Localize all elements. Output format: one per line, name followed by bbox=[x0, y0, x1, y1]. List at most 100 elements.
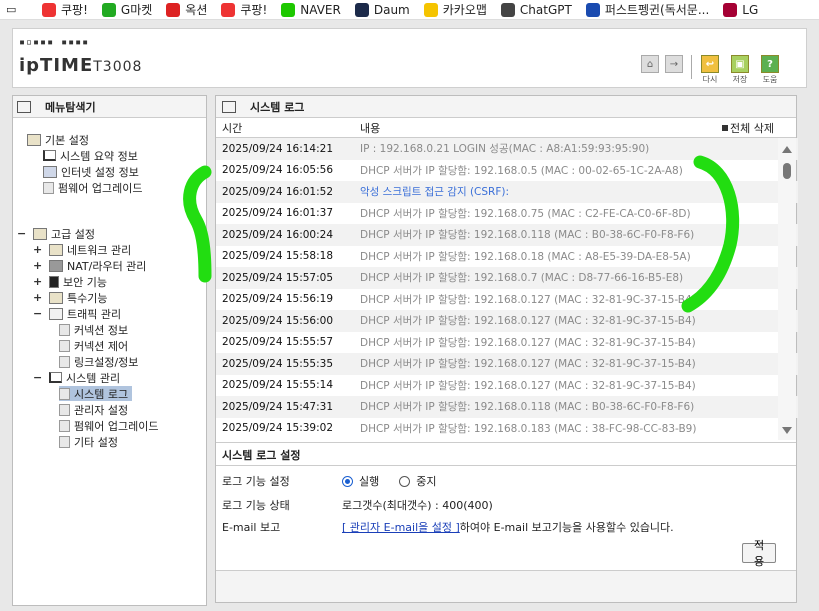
tree-item-system-log[interactable]: 시스템 로그 bbox=[59, 386, 133, 401]
bookmark-item[interactable]: 쿠팡! bbox=[221, 1, 267, 18]
log-message: DHCP 서버가 IP 할당함: 192.168.0.7 (MAC : D8-7… bbox=[360, 272, 684, 285]
log-time: 2025/09/24 15:55:35 bbox=[222, 357, 334, 370]
tree-item-link-settings[interactable]: 링크설정/정보 bbox=[59, 354, 138, 369]
tree-network[interactable]: + 네트워크 관리 bbox=[33, 242, 131, 257]
logo-dots: ▪▫▪▪▪ ▪▪▪▪ bbox=[19, 37, 90, 48]
help-button[interactable]: ? 도움 bbox=[758, 55, 782, 85]
log-status-label: 로그 기능 상태 bbox=[222, 499, 290, 512]
collapse-icon: − bbox=[33, 307, 43, 320]
scroll-down-icon[interactable] bbox=[782, 427, 792, 434]
document-icon bbox=[59, 355, 70, 368]
log-message: DHCP 서버가 IP 할당함: 192.168.0.127 (MAC : 32… bbox=[360, 379, 696, 392]
lock-icon bbox=[49, 275, 59, 288]
radio-run-label: 실행 bbox=[359, 475, 380, 488]
log-time: 2025/09/24 15:58:18 bbox=[222, 250, 334, 263]
auction-icon bbox=[166, 2, 181, 17]
email-report-text: 하여야 E-mail 보고기능을 사용할수 있습니다. bbox=[459, 521, 674, 534]
scroll-up-icon[interactable] bbox=[782, 146, 792, 153]
bookmark-item[interactable]: 퍼스트펭귄(독서문... bbox=[585, 1, 710, 18]
system-log-panel: 시스템 로그 시간 내용 전체 삭제 2025/09/24 16:14:21 IP… bbox=[215, 95, 798, 603]
chart-icon bbox=[49, 372, 62, 383]
tree-item-firmware-upgrade[interactable]: 펌웨어 업그레이드 bbox=[59, 418, 158, 433]
chart-icon bbox=[43, 150, 56, 161]
gmarket-icon bbox=[101, 2, 116, 17]
mail-icon bbox=[49, 307, 63, 320]
tree-advanced-settings[interactable]: − 고급 설정 bbox=[17, 226, 95, 241]
bookmark-item[interactable]: 카카오맵 bbox=[423, 1, 487, 18]
tree-security[interactable]: + 보안 기능 bbox=[33, 274, 107, 289]
log-message: DHCP 서버가 IP 할당함: 192.168.0.127 (MAC : 32… bbox=[360, 358, 696, 371]
log-row: 2025/09/24 16:01:37 DHCP 서버가 IP 할당함: 192.… bbox=[216, 203, 798, 225]
tab-list-icon[interactable]: ▭ bbox=[6, 3, 28, 16]
log-message: DHCP 서버가 IP 할당함: 192.168.0.127 (MAC : 32… bbox=[360, 336, 696, 349]
log-time: 2025/09/24 15:55:14 bbox=[222, 379, 334, 392]
bookmark-label: 퍼스트펭귄(독서문... bbox=[604, 3, 710, 17]
expand-icon: + bbox=[33, 243, 43, 256]
tree-item-firmware-basic[interactable]: 펌웨어 업그레이드 bbox=[43, 180, 142, 195]
log-message: DHCP 서버가 IP 할당함: 192.168.0.127 (MAC : 32… bbox=[360, 293, 696, 306]
bookmark-item[interactable]: 쿠팡! bbox=[42, 1, 88, 18]
tree-item-connection-info[interactable]: 커넥션 정보 bbox=[59, 322, 128, 337]
tree-special[interactable]: + 특수기능 bbox=[33, 290, 107, 305]
bookmark-label: 쿠팡! bbox=[61, 3, 88, 17]
daum-icon bbox=[354, 2, 369, 17]
log-message: DHCP 서버가 IP 할당함: 192.168.0.118 (MAC : B0… bbox=[360, 229, 695, 242]
panel-title: 시스템 로그 bbox=[216, 96, 796, 118]
email-report-label: E-mail 보고 bbox=[222, 521, 281, 534]
log-time: 2025/09/24 15:47:31 bbox=[222, 400, 334, 413]
bookmark-item[interactable]: Daum bbox=[354, 1, 410, 18]
tree-item-internet-info[interactable]: 인터넷 설정 정보 bbox=[43, 164, 139, 179]
bookmark-label: 옥션 bbox=[185, 3, 208, 17]
menu-explorer-panel: 메뉴탐색기 기본 설정 시스템 요약 정보 인터넷 설정 정보 펌웨어 업그레이… bbox=[12, 95, 207, 606]
home-icon[interactable]: ⌂ bbox=[641, 55, 659, 73]
document-icon bbox=[59, 403, 70, 416]
coupang-icon bbox=[221, 2, 236, 17]
logout-icon[interactable]: → bbox=[665, 55, 683, 73]
tree-item-other-settings[interactable]: 기타 설정 bbox=[59, 434, 118, 449]
expand-icon: + bbox=[33, 291, 43, 304]
tree-traffic[interactable]: − 트래픽 관리 bbox=[33, 306, 121, 321]
tree-item-admin-settings[interactable]: 관리자 설정 bbox=[59, 402, 128, 417]
router-icon bbox=[49, 259, 63, 272]
iptime-logo: ipTIMET3008 bbox=[19, 55, 143, 76]
log-scrollbar[interactable] bbox=[778, 138, 796, 440]
penguin-icon bbox=[585, 2, 600, 17]
radio-stop[interactable] bbox=[399, 475, 411, 487]
log-row: 2025/09/24 16:14:21 IP : 192.168.0.21 LOG… bbox=[216, 138, 798, 160]
bookmark-item[interactable]: LG bbox=[723, 1, 758, 18]
settings-title: 시스템 로그 설정 bbox=[222, 449, 301, 462]
bookmark-item[interactable]: ChatGPT bbox=[500, 1, 572, 18]
apply-button[interactable]: 적용 bbox=[742, 539, 776, 568]
admin-email-link[interactable]: [ 관리자 E-mail을 설정 ] bbox=[342, 519, 460, 535]
save-button[interactable]: ▣ 저장 bbox=[728, 55, 752, 85]
radio-run[interactable] bbox=[342, 475, 353, 487]
chatgpt-icon bbox=[500, 2, 515, 17]
collapse-icon: − bbox=[33, 371, 43, 384]
explorer-icon bbox=[17, 100, 31, 113]
help-label: 도움 bbox=[762, 75, 778, 84]
log-message: DHCP 서버가 IP 할당함: 192.168.0.183 (MAC : 38… bbox=[360, 422, 697, 435]
log-row: 2025/09/24 15:47:31 DHCP 서버가 IP 할당함: 192.… bbox=[216, 396, 798, 418]
kakaomap-icon bbox=[423, 2, 438, 17]
redo-button[interactable]: ↩ 다시 bbox=[698, 55, 722, 85]
tree-basic-settings[interactable]: 기본 설정 bbox=[27, 132, 89, 147]
panel-footer bbox=[216, 570, 796, 602]
log-row: 2025/09/24 16:01:52 악성 스크립트 접근 감지 (CSRF): bbox=[216, 181, 798, 203]
redo-label: 다시 bbox=[702, 75, 718, 84]
tree-nat-router[interactable]: + NAT/라우터 관리 bbox=[33, 258, 146, 273]
scroll-thumb[interactable] bbox=[783, 163, 791, 179]
delete-all-button[interactable]: 전체 삭제 bbox=[722, 120, 774, 136]
bookmark-item[interactable]: 옥션 bbox=[166, 1, 207, 18]
tree-item-connection-control[interactable]: 커넥션 제어 bbox=[59, 338, 128, 353]
bookmark-item[interactable]: G마켓 bbox=[101, 1, 153, 18]
bookmark-item[interactable]: NAVER bbox=[281, 1, 341, 18]
log-row: 2025/09/24 15:56:00 DHCP 서버가 IP 할당함: 192.… bbox=[216, 310, 798, 332]
tree-item-system-summary[interactable]: 시스템 요약 정보 bbox=[43, 148, 138, 163]
log-list[interactable]: 2025/09/24 16:14:21 IP : 192.168.0.21 LOG… bbox=[216, 138, 798, 440]
bookmark-label: G마켓 bbox=[120, 3, 153, 17]
log-row: 2025/09/24 15:57:05 DHCP 서버가 IP 할당함: 192.… bbox=[216, 267, 798, 289]
radio-stop-label: 중지 bbox=[416, 475, 437, 488]
column-content: 내용 bbox=[360, 121, 381, 135]
tree-system-management[interactable]: − 시스템 관리 bbox=[33, 370, 120, 385]
folder-icon bbox=[49, 291, 63, 304]
